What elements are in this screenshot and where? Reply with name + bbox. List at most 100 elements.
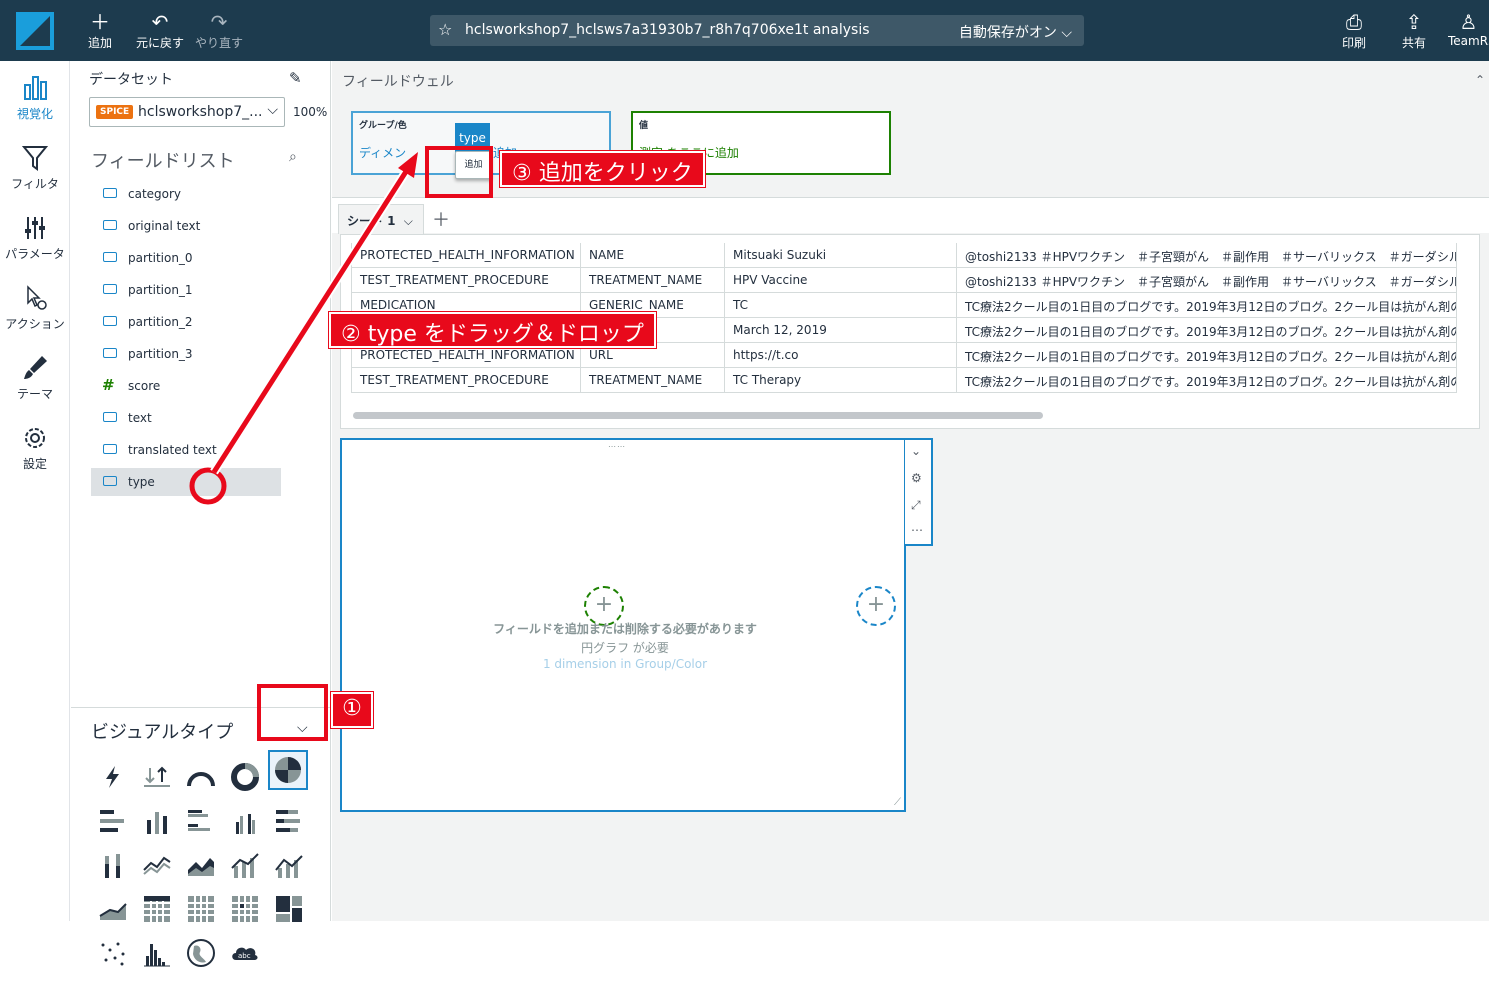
user-menu[interactable]: ♙ TeamR. [1448,10,1489,48]
redo-button[interactable]: ↷ やり直す [194,10,244,51]
undo-button[interactable]: ↶ 元に戻す [134,10,186,51]
quicksight-logo-icon[interactable] [16,12,54,50]
expand-icon[interactable]: ⤢ [911,498,921,513]
table-cell: TC Therapy [725,368,957,393]
plus-icon: ＋ [90,10,110,34]
field-item[interactable]: original text [91,212,281,240]
table-cell: TC療法2クール目の1日目のブログです。2019年3月12日のブログ。2クール目… [957,343,1457,368]
edit-dataset-pencil-icon[interactable]: ✎ [289,69,302,87]
scatter-plot-icon[interactable] [96,936,130,970]
nav-parameters[interactable]: パラメータ [0,213,70,262]
gauge-icon[interactable] [184,760,218,794]
table-cell: March 12, 2019 [725,318,957,343]
chevron-down-icon[interactable]: ⌵ [404,214,413,228]
histogram-icon[interactable] [140,936,174,970]
clustered-bar-icon[interactable] [184,804,218,838]
field-label: partition_3 [128,347,193,361]
geospatial-map-icon[interactable] [184,936,218,970]
step1-callout: ① [331,692,373,728]
empty-visual-message: フィールドを追加または削除する必要があります [493,622,757,636]
group-well-hint: ディメン [359,146,407,160]
spice-percent: 100% [293,105,328,119]
top-bar: ＋ 追加 ↶ 元に戻す ↷ やり直す ☆ hclsworkshop7_hclsw… [0,0,1489,61]
field-list-title: フィールドリスト [91,151,235,172]
visual-toolbar: ⌄ ⚙ ⤢ ⋯ [905,438,933,546]
horizontal-scrollbar[interactable] [353,412,1043,419]
field-item[interactable]: partition_0 [91,244,281,272]
dataset-label: データセット [89,72,173,88]
gear-icon[interactable]: ⚙ [911,471,922,485]
dimension-tag-icon [103,412,117,422]
pie-chart-visual[interactable]: ⋯⋯ + + フィールドを追加または削除する必要があります 円グラフ が必要 1… [340,438,906,812]
chevron-down-icon: ⌵ [267,102,278,118]
table-cell: TREATMENT_NAME [581,368,725,393]
drag-handle-icon[interactable]: ⋯⋯ [608,442,626,451]
more-options-icon[interactable]: ⋯ [911,523,923,537]
table-cell: TEST_TREATMENT_PROCEDURE [351,368,581,393]
gear-icon [25,428,45,448]
filter-icon [21,146,49,171]
search-icon[interactable]: ⌕ [289,149,297,165]
horizontal-bar-icon[interactable] [96,804,130,838]
field-item[interactable]: partition_2 [91,308,281,336]
stacked-column-icon[interactable] [96,848,130,882]
share-icon: ⇪ [1405,10,1423,34]
analysis-title[interactable]: hclsworkshop7_hclsws7a31930b7_r8h7q706xe… [465,22,870,38]
visual-types-title: ビジュアルタイプ [91,722,234,743]
undo-icon: ↶ [151,10,169,34]
combo-bar-line-icon[interactable] [228,848,262,882]
autosave-toggle[interactable]: 自動保存がオン ⌵ [959,22,1072,42]
dimension-tag-icon [103,476,117,486]
add-sheet-button[interactable]: ＋ [432,206,450,232]
dimension-tag-icon [103,348,117,358]
word-cloud-icon[interactable]: abc [228,936,262,970]
nav-visualize[interactable]: 視覚化 [0,73,70,122]
field-item[interactable]: translated text [91,436,281,464]
add-button-highlight [425,146,493,198]
analysis-title-bar[interactable]: ☆ hclsworkshop7_hclsws7a31930b7_r8h7q706… [430,15,1084,46]
table-cell: @toshi2133 ＃HPVワクチン ＃子宮頸がん ＃副作用 ＃サーバリックス… [957,243,1457,268]
field-item[interactable]: # score [91,372,281,400]
star-icon[interactable]: ☆ [438,20,452,39]
nav-filter[interactable]: フィルタ [0,143,70,192]
donut-chart-icon[interactable] [228,760,262,794]
kpi-icon[interactable] [140,760,174,794]
table-cell: TREATMENT_NAME [581,268,725,293]
field-label: category [128,187,182,201]
field-item[interactable]: text [91,404,281,432]
visual-hint: 1 dimension in Group/Color [542,657,708,671]
table-cell: Mitsuaki Suzuki [725,243,957,268]
vertical-bar-icon[interactable] [140,804,174,838]
redo-icon: ↷ [210,10,228,34]
clustered-column-icon[interactable] [228,804,262,838]
field-item[interactable]: partition_1 [91,276,281,304]
collapse-chevrons-icon[interactable]: ⌄ [911,444,921,458]
dimension-tag-icon [103,252,117,262]
field-item[interactable]: partition_3 [91,340,281,368]
field-item[interactable]: type [91,468,281,496]
field-label: score [128,379,161,393]
nav-settings[interactable]: 設定 [0,423,70,472]
nav-actions[interactable]: アクション [0,283,70,332]
add-button[interactable]: ＋ 追加 [86,10,114,51]
collapse-icon[interactable]: ⌃ [1475,73,1485,87]
pie-chart-tile[interactable] [268,750,308,790]
area-chart-icon[interactable] [184,848,218,882]
line-chart-icon[interactable] [140,848,174,882]
combo-stacked-line-icon[interactable] [272,848,306,882]
printer-icon: ⎙ [1346,10,1362,34]
print-button[interactable]: ⎙ 印刷 [1340,10,1368,51]
share-button[interactable]: ⇪ 共有 [1400,10,1428,51]
autograph-icon[interactable] [96,760,130,794]
tab-sheet-1[interactable]: シート 1 ⌵ [338,204,424,234]
resize-handle-icon[interactable]: ⟋ [894,797,901,808]
field-label: partition_2 [128,315,193,329]
visual-types-panel: ビジュアルタイプ ⌵ abc [71,707,331,982]
field-label: partition_0 [128,251,193,265]
nav-themes[interactable]: テーマ [0,353,70,402]
field-panel: データセット ✎ SPICE hclsworkshop7_... ⌵ 100% … [71,61,331,967]
stacked-bar-icon[interactable] [272,804,306,838]
field-label: original text [128,219,201,233]
field-item[interactable]: category [91,180,281,208]
dataset-select[interactable]: SPICE hclsworkshop7_... ⌵ [89,97,285,127]
